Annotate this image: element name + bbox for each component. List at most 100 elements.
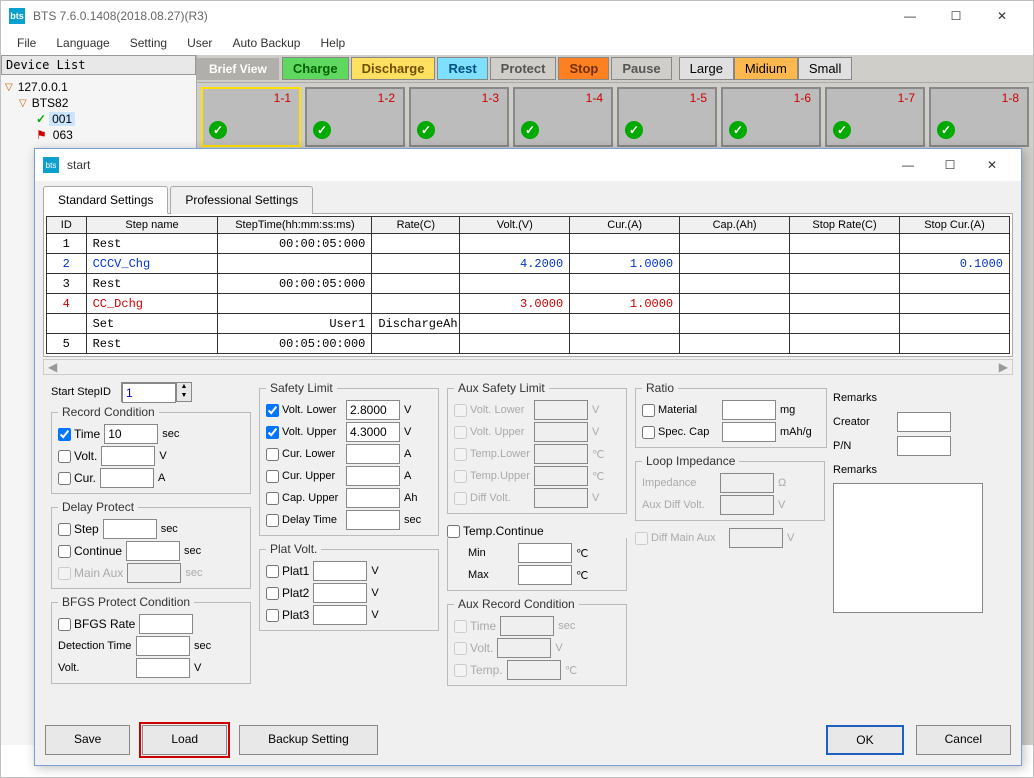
tree-root[interactable]: 127.0.0.1 — [15, 80, 71, 94]
table-row[interactable]: 1Rest00:00:05:000 — [47, 234, 1010, 254]
remarks-textarea[interactable] — [833, 483, 983, 613]
dialog-minimize-button[interactable]: — — [887, 150, 929, 180]
mode-pause-button[interactable]: Pause — [611, 57, 671, 80]
channel-1-4[interactable]: 1-4✓ — [513, 87, 613, 147]
save-button[interactable]: Save — [45, 725, 130, 755]
bfgs-rate-checkbox[interactable] — [58, 618, 71, 631]
safety-capupper-checkbox[interactable] — [266, 492, 279, 505]
table-row[interactable]: 5Rest00:05:00:000 — [47, 334, 1010, 354]
steps-table[interactable]: IDStep nameStepTime(hh:mm:ss:ms)Rate(C)V… — [46, 216, 1010, 354]
tree-toggle-icon[interactable]: ▽ — [5, 82, 13, 93]
delay-continue-input[interactable] — [126, 541, 180, 561]
col-header[interactable]: Stop Cur.(A) — [899, 217, 1009, 234]
record-time-checkbox[interactable] — [58, 428, 71, 441]
menu-language[interactable]: Language — [48, 34, 117, 52]
safety-vupper-input[interactable] — [346, 422, 400, 442]
maximize-button[interactable]: ☐ — [933, 1, 979, 31]
record-cur-input[interactable] — [100, 468, 154, 488]
delay-continue-checkbox[interactable] — [58, 545, 71, 558]
size-midium-button[interactable]: Midium — [734, 57, 798, 80]
size-large-button[interactable]: Large — [679, 57, 734, 80]
safety-vlower-checkbox[interactable] — [266, 404, 279, 417]
channel-1-1[interactable]: 1-1✓ — [201, 87, 301, 147]
mode-protect-button[interactable]: Protect — [490, 57, 557, 80]
menu-user[interactable]: User — [179, 34, 220, 52]
channel-1-3[interactable]: 1-3✓ — [409, 87, 509, 147]
tab-professional-settings[interactable]: Professional Settings — [170, 186, 313, 214]
plat1-checkbox[interactable] — [266, 565, 279, 578]
plat2-checkbox[interactable] — [266, 587, 279, 600]
col-header[interactable]: ID — [47, 217, 87, 234]
safety-vlower-input[interactable] — [346, 400, 400, 420]
record-time-input[interactable] — [104, 424, 158, 444]
tempcontinue-min-input[interactable] — [518, 543, 572, 563]
menu-help[interactable]: Help — [312, 34, 353, 52]
mode-charge-button[interactable]: Charge — [282, 57, 349, 80]
plat3-checkbox[interactable] — [266, 609, 279, 622]
col-header[interactable]: Stop Rate(C) — [790, 217, 900, 234]
ratio-material-checkbox[interactable] — [642, 404, 655, 417]
tree-device[interactable]: BTS82 — [29, 96, 72, 110]
close-button[interactable]: ✕ — [979, 1, 1025, 31]
mode-rest-button[interactable]: Rest — [437, 57, 487, 80]
device-tree[interactable]: ▽127.0.0.1 ▽BTS82 ✓001 ⚑063 — [1, 75, 196, 147]
horizontal-scrollbar[interactable]: ◀▶ — [43, 359, 1013, 375]
col-header[interactable]: StepTime(hh:mm:ss:ms) — [218, 217, 372, 234]
menu-file[interactable]: File — [9, 34, 44, 52]
size-small-button[interactable]: Small — [798, 57, 853, 80]
channel-1-2[interactable]: 1-2✓ — [305, 87, 405, 147]
col-header[interactable]: Cap.(Ah) — [680, 217, 790, 234]
pn-input[interactable] — [897, 436, 951, 456]
plat1-input[interactable] — [313, 561, 367, 581]
dialog-close-button[interactable]: ✕ — [971, 150, 1013, 180]
dialog-maximize-button[interactable]: ☐ — [929, 150, 971, 180]
bfgs-rate-input[interactable] — [139, 614, 193, 634]
col-header[interactable]: Step name — [86, 217, 218, 234]
safety-clower-input[interactable] — [346, 444, 400, 464]
table-row[interactable]: SetUser1DischargeAh — [47, 314, 1010, 334]
ratio-speccap-input[interactable] — [722, 422, 776, 442]
creator-input[interactable] — [897, 412, 951, 432]
safety-cupper-checkbox[interactable] — [266, 470, 279, 483]
start-stepid-input[interactable] — [122, 383, 176, 403]
start-stepid-spinner[interactable]: ▲▼ — [121, 382, 192, 402]
col-header[interactable]: Rate(C) — [372, 217, 460, 234]
menu-autobackup[interactable]: Auto Backup — [224, 34, 308, 52]
safety-delaytime-checkbox[interactable] — [266, 514, 279, 527]
table-row[interactable]: 2CCCV_Chg4.20001.00000.1000 — [47, 254, 1010, 274]
ratio-speccap-checkbox[interactable] — [642, 426, 655, 439]
safety-delaytime-input[interactable] — [346, 510, 400, 530]
spin-up-icon[interactable]: ▲ — [177, 383, 191, 392]
safety-clower-checkbox[interactable] — [266, 448, 279, 461]
record-cur-checkbox[interactable] — [58, 472, 71, 485]
channel-1-7[interactable]: 1-7✓ — [825, 87, 925, 147]
col-header[interactable]: Volt.(V) — [460, 217, 570, 234]
tempcontinue-max-input[interactable] — [518, 565, 572, 585]
channel-1-5[interactable]: 1-5✓ — [617, 87, 717, 147]
menu-setting[interactable]: Setting — [122, 34, 175, 52]
ratio-material-input[interactable] — [722, 400, 776, 420]
ok-button[interactable]: OK — [826, 725, 903, 755]
plat2-input[interactable] — [313, 583, 367, 603]
delay-step-input[interactable] — [103, 519, 157, 539]
record-volt-checkbox[interactable] — [58, 450, 71, 463]
table-row[interactable]: 3Rest00:00:05:000 — [47, 274, 1010, 294]
safety-capupper-input[interactable] — [346, 488, 400, 508]
channel-1-6[interactable]: 1-6✓ — [721, 87, 821, 147]
tree-toggle-icon[interactable]: ▽ — [19, 98, 27, 109]
table-row[interactable]: 4CC_Dchg3.00001.0000 — [47, 294, 1010, 314]
delay-step-checkbox[interactable] — [58, 523, 71, 536]
plat3-input[interactable] — [313, 605, 367, 625]
channel-1-8[interactable]: 1-8✓ — [929, 87, 1029, 147]
tree-channel-001[interactable]: 001 — [49, 112, 75, 126]
tempcontinue-checkbox[interactable] — [447, 525, 460, 538]
bfgs-detection-input[interactable] — [136, 636, 190, 656]
minimize-button[interactable]: — — [887, 1, 933, 31]
cancel-button[interactable]: Cancel — [916, 725, 1011, 755]
safety-vupper-checkbox[interactable] — [266, 426, 279, 439]
tree-channel-063[interactable]: 063 — [50, 128, 76, 142]
spin-down-icon[interactable]: ▼ — [177, 392, 191, 401]
backup-setting-button[interactable]: Backup Setting — [239, 725, 378, 755]
safety-cupper-input[interactable] — [346, 466, 400, 486]
record-volt-input[interactable] — [101, 446, 155, 466]
